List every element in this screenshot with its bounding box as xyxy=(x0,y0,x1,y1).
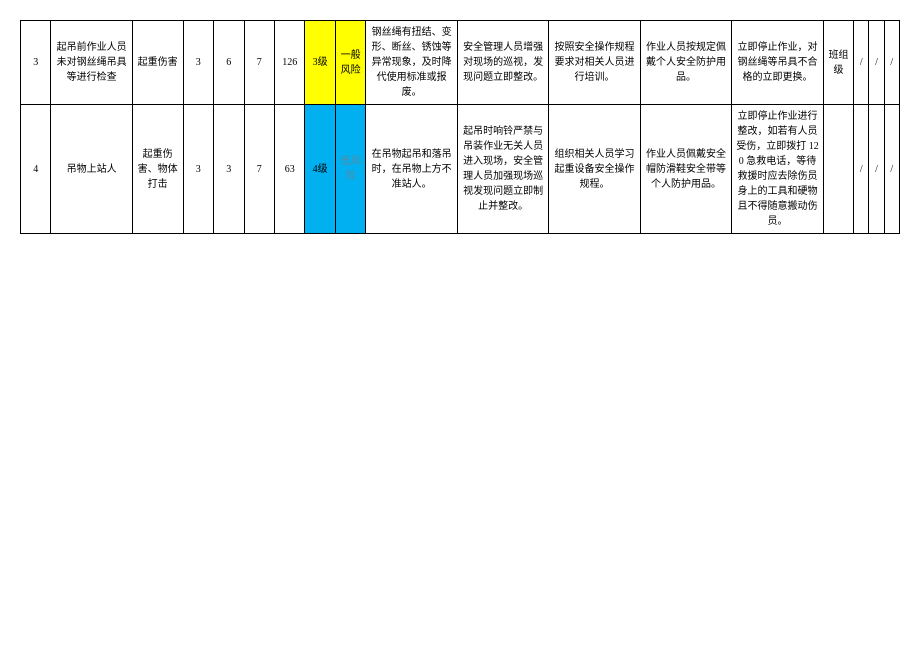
cell-D: 63 xyxy=(274,105,304,234)
cell-C: 7 xyxy=(244,105,274,234)
cell-measure5: 立即停止作业，对钢丝绳等吊具不合格的立即更换。 xyxy=(732,21,823,105)
cell-level2: 班组级 xyxy=(823,21,853,105)
cell-desc: 起吊前作业人员未对钢丝绳吊具等进行检查 xyxy=(51,21,132,105)
cell-measure1: 钢丝绳有扭结、变形、断丝、锈蚀等异常现象，及时降代使用标准或报废。 xyxy=(366,21,457,105)
cell-measure1: 在吊物起吊和落吊时，在吊物上方不准站人。 xyxy=(366,105,457,234)
cell-D: 126 xyxy=(274,21,304,105)
cell-desc: 吊物上站人 xyxy=(51,105,132,234)
cell-harm: 起重伤害 xyxy=(132,21,183,105)
cell-s3: / xyxy=(884,21,899,105)
cell-measure3: 按照安全操作规程要求对相关人员进行培训。 xyxy=(549,21,640,105)
cell-level2 xyxy=(823,105,853,234)
cell-L: 3 xyxy=(183,21,213,105)
risk-table: 3 起吊前作业人员未对钢丝绳吊具等进行检查 起重伤害 3 6 7 126 3级 … xyxy=(20,20,900,234)
cell-no: 4 xyxy=(21,105,51,234)
cell-s2: / xyxy=(869,105,884,234)
cell-level: 4级 xyxy=(305,105,335,234)
cell-level: 3级 xyxy=(305,21,335,105)
cell-L: 3 xyxy=(183,105,213,234)
cell-s2: / xyxy=(869,21,884,105)
cell-measure4: 作业人员佩戴安全帽防滑鞋安全带等个人防护用品。 xyxy=(640,105,731,234)
cell-no: 3 xyxy=(21,21,51,105)
cell-harm: 起重伤害、物体打击 xyxy=(132,105,183,234)
cell-s3: / xyxy=(884,105,899,234)
cell-risk: 低风险 xyxy=(335,105,365,234)
cell-E: 6 xyxy=(214,21,244,105)
cell-C: 7 xyxy=(244,21,274,105)
cell-measure2: 起吊时响铃严禁与吊装作业无关人员进入现场，安全管理人员加强现场巡视发现问题立即制… xyxy=(457,105,548,234)
cell-risk: 一般风险 xyxy=(335,21,365,105)
cell-s1: / xyxy=(854,105,869,234)
cell-measure4: 作业人员按规定佩戴个人安全防护用品。 xyxy=(640,21,731,105)
cell-measure2: 安全管理人员增强对现场的巡视，发现问题立即整改。 xyxy=(457,21,548,105)
cell-measure3: 组织相关人员学习起重设备安全操作规程。 xyxy=(549,105,640,234)
cell-s1: / xyxy=(854,21,869,105)
table-row: 4 吊物上站人 起重伤害、物体打击 3 3 7 63 4级 低风险 在吊物起吊和… xyxy=(21,105,900,234)
cell-measure5: 立即停止作业进行整改，如若有人员受伤，立即拨打 120 急救电话，等待救援时应去… xyxy=(732,105,823,234)
table-row: 3 起吊前作业人员未对钢丝绳吊具等进行检查 起重伤害 3 6 7 126 3级 … xyxy=(21,21,900,105)
cell-E: 3 xyxy=(214,105,244,234)
